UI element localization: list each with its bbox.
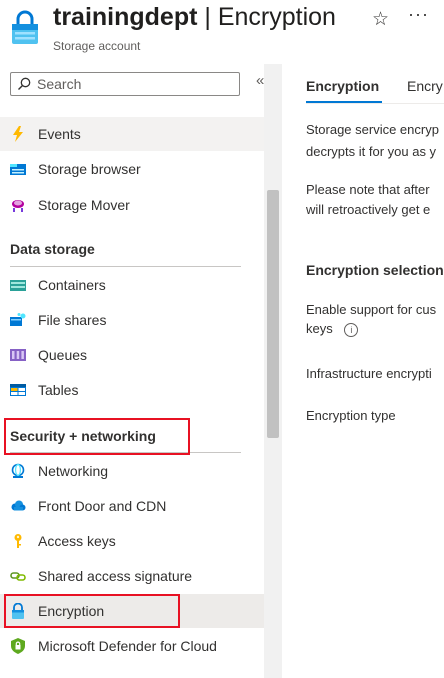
- cmk-support-label-cont: keys: [306, 321, 333, 336]
- tab-encryption-scopes[interactable]: Encry: [407, 78, 443, 94]
- menu-item-label: Events: [38, 126, 81, 142]
- section-heading-encryption-selection: Encryption selection: [306, 262, 444, 278]
- favorite-star-icon[interactable]: ☆: [372, 8, 389, 31]
- menu-item-label: Tables: [38, 382, 79, 398]
- section-title-data-storage: Data storage: [10, 241, 95, 257]
- note-line: Please note that after: [306, 182, 430, 197]
- menu-item-label: Access keys: [38, 533, 116, 549]
- menu-item-label: Containers: [38, 277, 106, 293]
- page-name: Encryption: [217, 3, 336, 31]
- tables-icon: [10, 384, 26, 396]
- menu-item-label: Networking: [38, 463, 109, 479]
- search-icon: [18, 77, 31, 90]
- shield-icon: [11, 638, 25, 654]
- menu-item-defender[interactable]: Microsoft Defender for Cloud: [0, 629, 264, 663]
- menu-item-queues[interactable]: Queues: [0, 338, 264, 372]
- menu-item-storage-mover[interactable]: Storage Mover: [0, 188, 264, 222]
- description-line: decrypts it for you as y: [306, 144, 437, 159]
- networking-icon: [11, 463, 25, 478]
- menu-item-label: Front Door and CDN: [38, 498, 167, 514]
- menu-scrollbar-thumb[interactable]: [267, 190, 279, 438]
- menu-item-label: Storage browser: [38, 161, 141, 177]
- menu-item-shared-access-signature[interactable]: Shared access signature: [0, 559, 264, 593]
- page-subtitle: Storage account: [53, 39, 141, 53]
- storage-browser-icon: [10, 164, 26, 175]
- resource-name: trainingdept: [53, 3, 198, 31]
- resource-menu: « Events Storage browser Storage Mover D…: [0, 64, 282, 678]
- search-input[interactable]: [37, 74, 233, 94]
- menu-item-front-door-cdn[interactable]: Front Door and CDN: [0, 489, 264, 523]
- cmk-support-label: Enable support for cus: [306, 302, 437, 317]
- menu-item-label: Shared access signature: [38, 568, 193, 584]
- infrastructure-encryption-label: Infrastructure encrypti: [306, 366, 432, 381]
- menu-item-containers[interactable]: Containers: [0, 268, 264, 302]
- cloud-icon: [11, 500, 26, 511]
- menu-item-tables[interactable]: Tables: [0, 373, 264, 407]
- note-line: will retroactively get e: [306, 202, 431, 217]
- menu-list: Events Storage browser Storage Mover Dat…: [0, 100, 264, 678]
- storage-mover-icon: [12, 200, 24, 212]
- menu-item-storage-browser[interactable]: Storage browser: [0, 152, 264, 186]
- menu-item-file-shares[interactable]: File shares: [0, 303, 264, 337]
- key-icon: [14, 534, 22, 548]
- menu-item-networking[interactable]: Networking: [0, 454, 264, 488]
- menu-search-box[interactable]: [10, 72, 240, 96]
- link-icon: [10, 572, 26, 581]
- encryption-content: Encryption Encry Storage service encryp …: [282, 64, 444, 678]
- blade-header: trainingdept | Encryption Storage accoun…: [0, 0, 444, 64]
- info-icon[interactable]: i: [344, 322, 359, 337]
- tabs-divider: [306, 103, 444, 104]
- cmk-support-label: keys i: [306, 319, 359, 339]
- title-separator: |: [197, 3, 218, 31]
- menu-item-access-keys[interactable]: Access keys: [0, 524, 264, 558]
- partial-item-icon: [10, 100, 26, 102]
- storage-account-lock-icon: [12, 10, 38, 44]
- menu-item-label: File shares: [38, 312, 107, 328]
- description-line: Storage service encryp: [306, 122, 439, 137]
- more-options-icon[interactable]: ···: [408, 4, 429, 25]
- highlight-box-security-networking: [4, 418, 190, 455]
- page-title: trainingdept | Encryption: [53, 3, 336, 32]
- highlight-box-encryption: [4, 594, 180, 628]
- tab-encryption[interactable]: Encryption: [306, 78, 379, 94]
- section-divider: [10, 266, 241, 267]
- queues-icon: [10, 349, 26, 361]
- menu-item-label: Storage Mover: [38, 197, 130, 213]
- containers-icon: [10, 280, 26, 291]
- menu-item-partial[interactable]: [0, 100, 264, 111]
- menu-item-label: Microsoft Defender for Cloud: [38, 638, 217, 654]
- menu-item-events[interactable]: Events: [0, 117, 264, 151]
- lightning-icon: [13, 126, 23, 142]
- encryption-type-label: Encryption type: [306, 408, 396, 423]
- file-shares-icon: [10, 313, 26, 326]
- menu-item-label: Queues: [38, 347, 88, 363]
